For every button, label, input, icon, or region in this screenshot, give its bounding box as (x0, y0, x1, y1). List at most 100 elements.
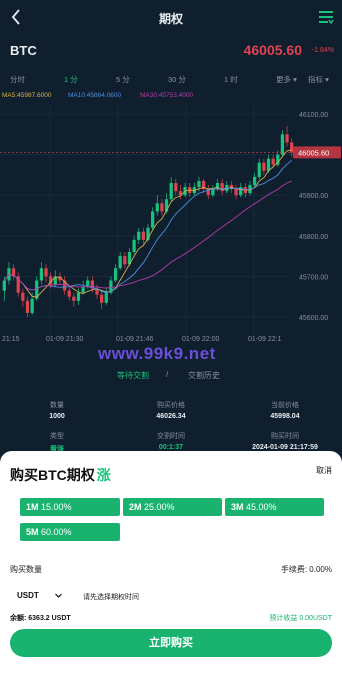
timeframe-tab[interactable]: 30 分 (168, 74, 186, 85)
x-tick-label: 21:15 (2, 336, 20, 343)
timeframe-tab[interactable]: 分时 (10, 74, 25, 85)
order-qty-label: 数量 (50, 402, 64, 409)
period-rate: 45.00% (246, 502, 277, 512)
candle-body (141, 231, 145, 240)
sheet-title-text: 购买BTC期权 (10, 467, 95, 483)
candlestick-chart[interactable]: 46100.00 45900.00 45800.00 45700.00 45600.00… (0, 104, 342, 336)
candle-body (211, 189, 215, 196)
y-tick-label: 45700.00 (299, 274, 328, 281)
candle-body (25, 300, 30, 313)
candle-body (123, 256, 127, 265)
ticker-price: 46005.60 (243, 42, 302, 58)
fee-label: 手续费: 0.00% (280, 565, 332, 574)
candle-body (174, 183, 178, 192)
candle-body (197, 180, 201, 188)
cancel-button[interactable]: 取消 (316, 465, 332, 476)
order-delivery-time-value: 00:1:37 (158, 444, 184, 451)
candle-body (252, 176, 257, 186)
expected-return-text: 预计收益 0.00USDT (269, 615, 332, 622)
candle-body (266, 158, 271, 171)
buy-now-button[interactable]: 立即购买 (10, 629, 332, 657)
order-buy-price: 购买价格 46026.34 (126, 400, 216, 420)
tab-separator: / (166, 370, 169, 379)
order-buy-price-label: 购买价格 (157, 402, 185, 409)
candle-body (257, 162, 261, 177)
order-current-price-value: 45998.04 (270, 413, 300, 420)
period-name: 2M (129, 502, 142, 512)
candle-body (169, 183, 173, 200)
timeframe-tab[interactable]: 5 分 (116, 74, 130, 85)
candle-body (118, 256, 122, 269)
top-bar: 期权 (0, 0, 342, 34)
candle-body (30, 298, 34, 313)
order-current-price-label: 当前价格 (271, 402, 299, 409)
period-option-2m[interactable]: 2M 25.00% (123, 498, 222, 516)
ticker-change: -1.84% (311, 47, 334, 54)
order-qty-value: 1000 (49, 413, 65, 420)
order-type-label: 类型 (50, 433, 64, 440)
y-tick-label: 45600.00 (299, 315, 328, 322)
y-tick-label: 46100.00 (299, 112, 328, 119)
period-name: 5M (26, 527, 39, 537)
candle-body (2, 280, 6, 291)
candle-body (160, 203, 164, 212)
period-rate: 15.00% (41, 502, 72, 512)
more-timeframes-dropdown[interactable]: 更多 ▾ (276, 74, 297, 85)
timeframe-tabs: 分时 1 分 5 分 30 分 1 时 更多 ▾ 指标 ▾ (0, 74, 342, 88)
ma10-label: MA10:45864.0600 (68, 92, 122, 99)
ma5-label: MA5:45987.6000 (2, 92, 52, 99)
period-option-3m[interactable]: 3M 45.00% (225, 498, 324, 516)
tab-delivery-history[interactable]: 交割历史 (188, 370, 220, 381)
x-tick-label: 01-09 21:30 (46, 336, 84, 343)
candle-body (132, 239, 136, 253)
ticker-symbol: BTC (10, 43, 37, 58)
x-tick-label: 01-09 21:46 (116, 336, 154, 343)
candle-body (100, 294, 104, 303)
candle-body (234, 189, 238, 196)
candle-body (67, 290, 71, 297)
candle-body (271, 158, 275, 165)
candle-body (137, 231, 141, 240)
page-title: 期权 (158, 12, 183, 26)
timeframe-tab[interactable]: 1 分 (64, 74, 78, 85)
order-buy-time-label: 购买时间 (271, 433, 299, 440)
candle-body (21, 292, 25, 301)
chevron-down-icon[interactable] (54, 591, 63, 600)
quantity-label: 购买数量 (10, 565, 42, 574)
order-buy-price-value: 46026.34 (156, 413, 186, 420)
order-current-price: 当前价格 45998.04 (240, 400, 330, 420)
currency-select[interactable]: USDT (17, 591, 39, 600)
order-delivery-time: 交割时间 00:1:37 (126, 431, 216, 451)
candle-body (280, 134, 285, 155)
candle-body (285, 134, 289, 143)
watermark-logo: www.99k9.net (98, 344, 216, 363)
x-tick-label: 01-09 22:1 (248, 336, 282, 343)
period-option-5m[interactable]: 5M 60.00% (20, 523, 120, 541)
timeframe-tab[interactable]: 1 时 (224, 74, 238, 85)
order-delivery-time-label: 交割时间 (157, 433, 185, 440)
period-option-1m[interactable]: 1M 15.00% (20, 498, 120, 516)
quantity-input-hint[interactable]: 请先选择期权时间 (83, 592, 139, 602)
direction-label: 涨 (96, 467, 111, 483)
purchase-sheet: 购买BTC期权涨 取消 1M 15.00% 2M 25.00% 3M 45.00… (0, 451, 342, 679)
current-price-tag-label: 46005.60 (298, 148, 329, 157)
period-name: 1M (26, 502, 39, 512)
order-buy-time-value: 2024-01-09 21:17:59 (252, 444, 318, 451)
menu-list-icon[interactable] (316, 7, 336, 27)
tab-waiting-delivery[interactable]: 等待交割 (117, 370, 149, 381)
y-tick-label: 45900.00 (299, 193, 328, 200)
candle-body (72, 296, 76, 301)
candle-body (81, 286, 85, 293)
candle-body (113, 268, 118, 281)
candle-body (104, 292, 108, 303)
candle-body (39, 268, 44, 281)
candle-body (76, 292, 81, 301)
x-tick-label: 01-09 22:00 (182, 336, 220, 343)
period-rate: 60.00% (41, 527, 72, 537)
ma30-label: MA30:45753.4000 (140, 92, 194, 99)
candle-body (290, 142, 294, 153)
candle-body (151, 211, 155, 228)
indicators-dropdown[interactable]: 指标 ▾ (308, 74, 329, 85)
sheet-title: 购买BTC期权涨 (10, 465, 111, 485)
order-buy-time: 购买时间 2024-01-09 21:17:59 (230, 431, 340, 451)
